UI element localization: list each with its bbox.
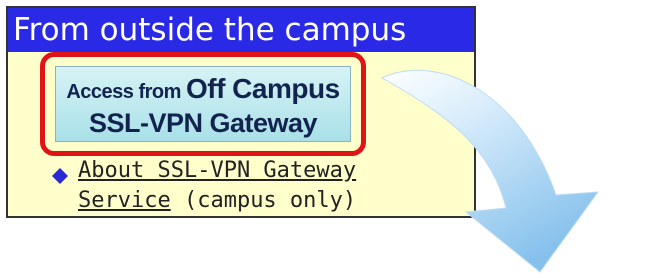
curved-arrow-icon <box>380 69 600 273</box>
screenshot-stage: From outside the campus Access from Off … <box>0 0 651 278</box>
